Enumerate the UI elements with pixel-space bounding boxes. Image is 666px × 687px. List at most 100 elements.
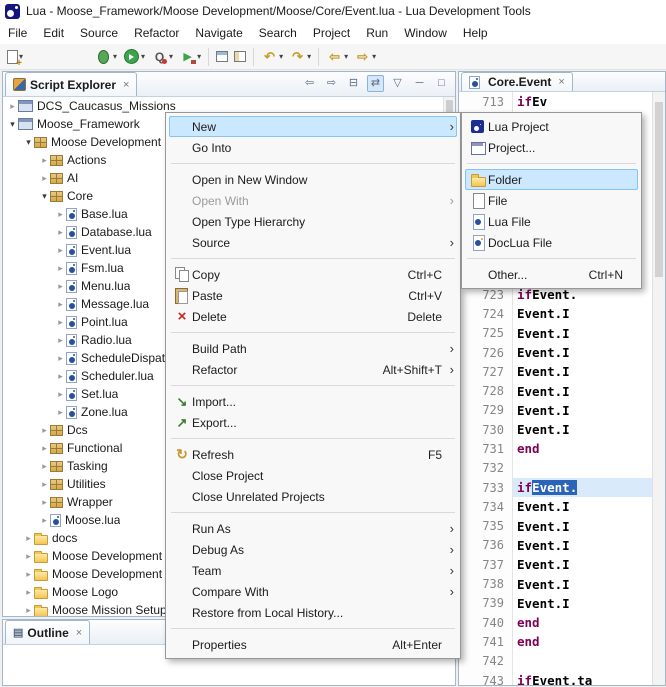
line-number[interactable]: 732 — [459, 459, 513, 478]
code-line[interactable]: 743 if Event.ta — [459, 671, 665, 685]
line-number[interactable]: 738 — [459, 574, 513, 593]
chevron-collapsed-icon[interactable]: ▸ — [23, 569, 34, 580]
code-line[interactable]: 728 Event.I — [459, 381, 665, 400]
menu-item-open-with[interactable]: Open With› — [169, 190, 457, 211]
back-button[interactable]: ⇦ — [301, 75, 318, 92]
code-line[interactable]: 739 Event.I — [459, 594, 665, 613]
code-line[interactable]: 733 if Event. — [459, 478, 665, 497]
menu-item-debug-as[interactable]: Debug As› — [169, 539, 457, 560]
forward-button[interactable]: ▾ — [351, 47, 379, 67]
editor-scrollbar[interactable] — [652, 92, 665, 685]
chevron-collapsed-icon[interactable]: ▸ — [23, 533, 34, 544]
next-edit-location-button[interactable]: ▾ — [286, 47, 314, 67]
forward-button[interactable]: ⇨ — [323, 75, 340, 92]
line-number[interactable]: 729 — [459, 401, 513, 420]
menu-run[interactable]: Run — [358, 23, 396, 43]
menu-edit[interactable]: Edit — [35, 23, 72, 43]
line-number[interactable]: 736 — [459, 536, 513, 555]
chevron-collapsed-icon[interactable]: ▸ — [55, 371, 66, 382]
view-menu-button[interactable]: ▽ — [389, 75, 406, 92]
chevron-collapsed-icon[interactable]: ▸ — [23, 605, 34, 616]
open-type-button[interactable] — [231, 49, 249, 64]
line-number[interactable]: 727 — [459, 362, 513, 381]
new-lua-project-button[interactable] — [213, 49, 231, 64]
line-number[interactable]: 741 — [459, 632, 513, 651]
chevron-collapsed-icon[interactable]: ▸ — [55, 353, 66, 364]
submenu-item-other[interactable]: Other...Ctrl+N — [465, 264, 638, 285]
line-number[interactable]: 724 — [459, 304, 513, 323]
menu-help[interactable]: Help — [455, 23, 496, 43]
submenu-item-folder[interactable]: Folder — [465, 169, 638, 190]
code-line[interactable]: 730 Event.I — [459, 420, 665, 439]
minimize-button[interactable]: ─ — [411, 75, 428, 92]
menu-item-build-path[interactable]: Build Path› — [169, 338, 457, 359]
code-line[interactable]: 729 Event.I — [459, 401, 665, 420]
chevron-collapsed-icon[interactable]: ▸ — [39, 461, 50, 472]
line-number[interactable]: 735 — [459, 517, 513, 536]
line-number[interactable]: 739 — [459, 594, 513, 613]
menu-item-refresh[interactable]: RefreshF5 — [169, 444, 457, 465]
chevron-collapsed-icon[interactable]: ▸ — [39, 479, 50, 490]
external-tools-button[interactable]: ▾ — [176, 47, 204, 67]
menu-search[interactable]: Search — [251, 23, 305, 43]
chevron-collapsed-icon[interactable]: ▸ — [55, 227, 66, 238]
code-line[interactable]: 741 end — [459, 632, 665, 651]
menu-item-close-unrelated-projects[interactable]: Close Unrelated Projects — [169, 486, 457, 507]
code-line[interactable]: 737 Event.I — [459, 555, 665, 574]
line-number[interactable]: 737 — [459, 555, 513, 574]
chevron-collapsed-icon[interactable]: ▸ — [55, 263, 66, 274]
link-with-editor-button[interactable]: ⇄ — [367, 75, 384, 92]
run-button[interactable]: ▾ — [120, 47, 148, 67]
chevron-collapsed-icon[interactable]: ▸ — [39, 497, 50, 508]
submenu-item-lua-file[interactable]: Lua File — [465, 211, 638, 232]
chevron-collapsed-icon[interactable]: ▸ — [23, 587, 34, 598]
submenu-item-doclua-file[interactable]: DocLua File — [465, 232, 638, 253]
menu-item-open-in-new-window[interactable]: Open in New Window — [169, 169, 457, 190]
chevron-collapsed-icon[interactable]: ▸ — [39, 425, 50, 436]
editor-scrollbar-thumb[interactable] — [655, 102, 663, 277]
code-line[interactable]: 734 Event.I — [459, 497, 665, 516]
code-line[interactable]: 725 Event.I — [459, 324, 665, 343]
menu-project[interactable]: Project — [305, 23, 358, 43]
code-line[interactable]: 727 Event.I — [459, 362, 665, 381]
chevron-collapsed-icon[interactable]: ▸ — [39, 515, 50, 526]
chevron-collapsed-icon[interactable]: ▸ — [55, 389, 66, 400]
menu-source[interactable]: Source — [72, 23, 126, 43]
code-line[interactable]: 732 — [459, 459, 665, 478]
back-button[interactable]: ▾ — [323, 47, 351, 67]
menu-refactor[interactable]: Refactor — [126, 23, 187, 43]
menu-item-run-as[interactable]: Run As› — [169, 518, 457, 539]
line-number[interactable]: 726 — [459, 343, 513, 362]
chevron-collapsed-icon[interactable]: ▸ — [55, 299, 66, 310]
code-line[interactable]: 736 Event.I — [459, 536, 665, 555]
tab-core-event[interactable]: Core.Event × — [461, 72, 573, 91]
chevron-collapsed-icon[interactable]: ▸ — [39, 173, 50, 184]
code-line[interactable]: 713 if Ev — [459, 92, 665, 111]
menu-item-go-into[interactable]: Go Into — [169, 137, 457, 158]
close-icon[interactable]: × — [76, 627, 82, 639]
chevron-collapsed-icon[interactable]: ▸ — [39, 155, 50, 166]
menu-item-refactor[interactable]: RefactorAlt+Shift+T› — [169, 359, 457, 380]
menu-item-import[interactable]: Import... — [169, 391, 457, 412]
menu-item-open-type-hierarchy[interactable]: Open Type Hierarchy — [169, 211, 457, 232]
chevron-collapsed-icon[interactable]: ▸ — [55, 209, 66, 220]
menu-window[interactable]: Window — [396, 23, 455, 43]
menu-item-source[interactable]: Source› — [169, 232, 457, 253]
debug-button[interactable]: ▾ — [92, 47, 120, 67]
coverage-button[interactable]: ▾ — [148, 47, 176, 67]
submenu-item-project[interactable]: Project... — [465, 137, 638, 158]
chevron-collapsed-icon[interactable]: ▸ — [23, 551, 34, 562]
submenu-item-lua-project[interactable]: Lua Project — [465, 116, 638, 137]
chevron-collapsed-icon[interactable]: ▸ — [7, 101, 18, 112]
chevron-collapsed-icon[interactable]: ▸ — [55, 317, 66, 328]
menu-item-restore-from-local-history[interactable]: Restore from Local History... — [169, 602, 457, 623]
chevron-collapsed-icon[interactable]: ▸ — [39, 443, 50, 454]
new-button[interactable]: ▾ — [4, 48, 26, 66]
submenu-item-file[interactable]: File — [465, 190, 638, 211]
chevron-collapsed-icon[interactable]: ▸ — [55, 245, 66, 256]
line-number[interactable]: 713 — [459, 92, 513, 111]
close-icon[interactable]: × — [123, 79, 129, 91]
close-icon[interactable]: × — [558, 76, 564, 88]
chevron-expanded-icon[interactable]: ▾ — [7, 119, 18, 130]
tab-outline[interactable]: ▤ Outline × — [5, 620, 90, 644]
